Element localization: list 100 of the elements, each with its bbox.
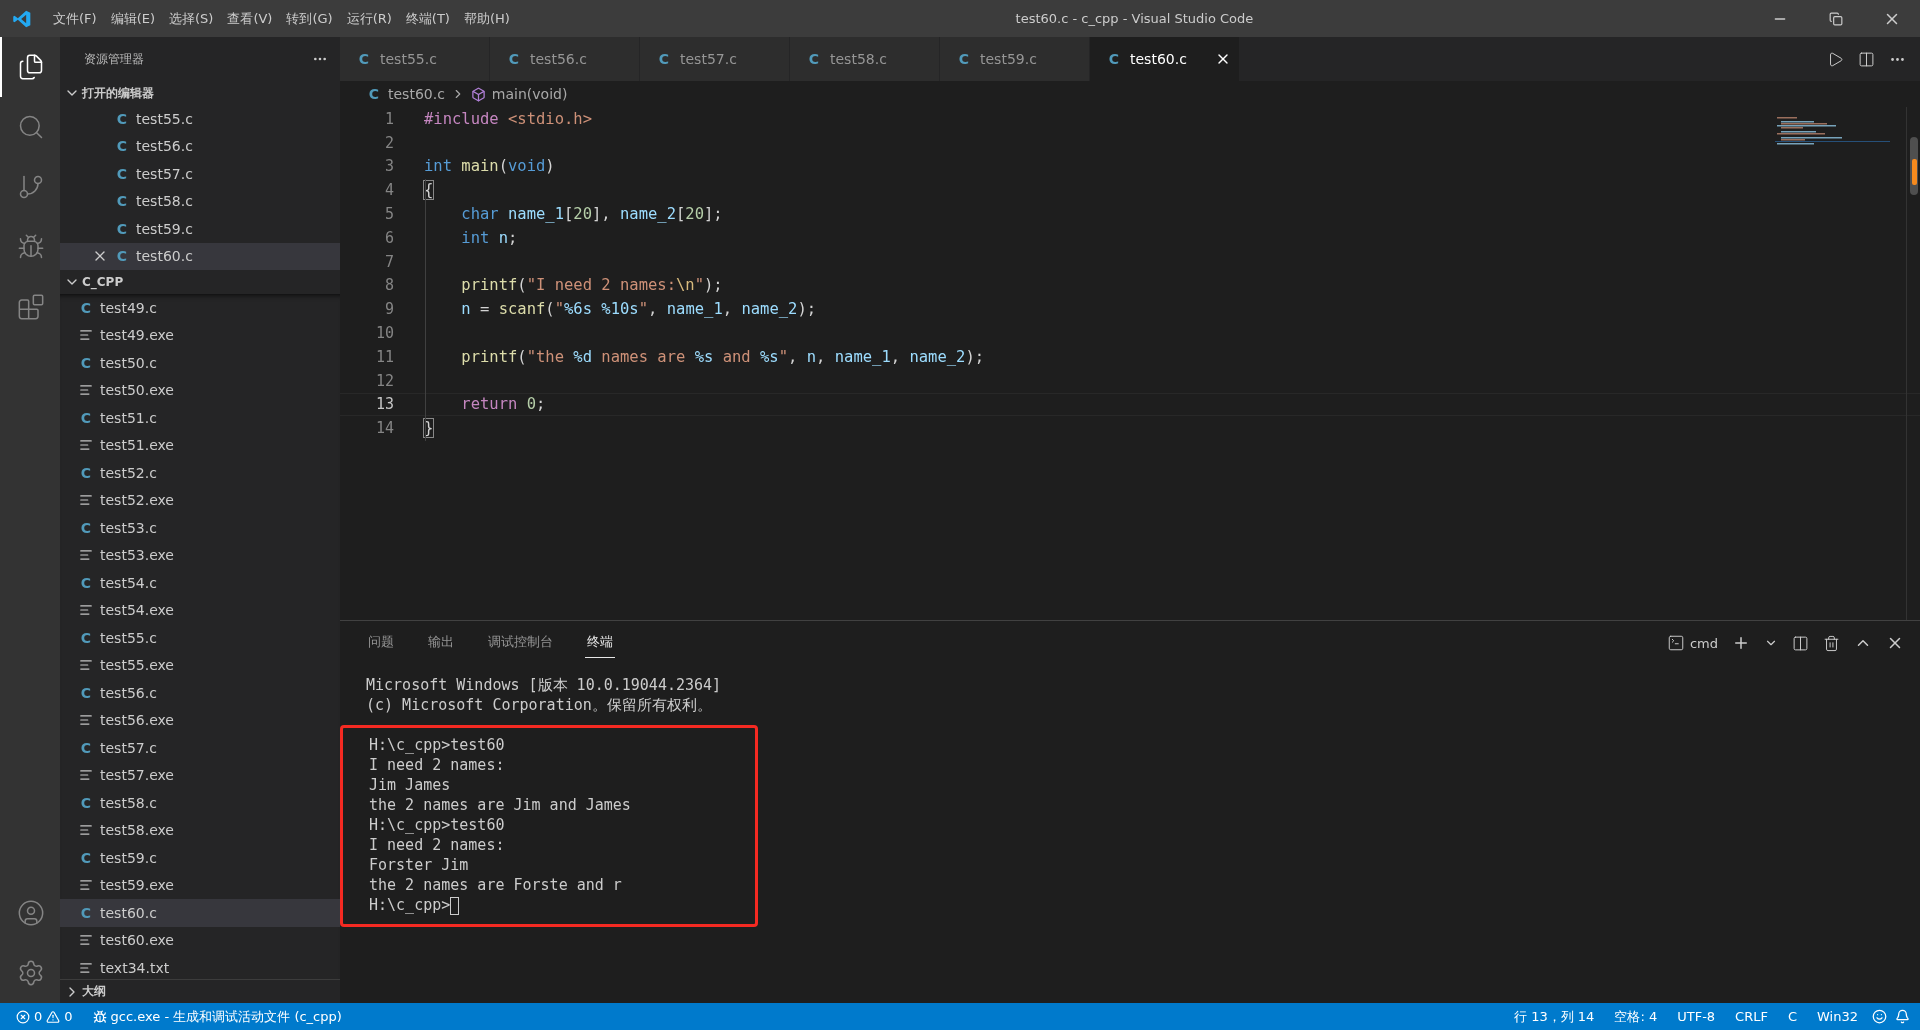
status-item[interactable]: C — [1781, 1009, 1804, 1024]
file-item[interactable]: C test50.c — [60, 349, 340, 377]
line-number: 12 — [374, 371, 394, 390]
menu-item[interactable]: 运行(R) — [339, 9, 399, 28]
file-item[interactable]: C test49.c — [60, 294, 340, 322]
run-icon[interactable] — [1827, 50, 1844, 68]
file-item[interactable]: test49.exe — [60, 321, 340, 349]
file-item[interactable]: C test55.c — [60, 624, 340, 652]
status-item[interactable]: Win32 — [1811, 1009, 1864, 1024]
editor-tab[interactable]: C test57.c — [640, 37, 790, 81]
c-file-icon: C — [78, 793, 94, 812]
menu-item[interactable]: 查看(V) — [220, 9, 280, 28]
section-title[interactable]: 打开的编辑器 — [82, 84, 154, 102]
editor-tab[interactable]: C test58.c — [790, 37, 940, 81]
file-item[interactable]: C test60.c — [60, 899, 340, 927]
line-number: 7 — [383, 252, 394, 271]
file-item[interactable]: test60.exe — [60, 926, 340, 954]
c-file-icon: C — [78, 463, 94, 482]
breadcrumb-item[interactable]: test60.c — [388, 86, 445, 102]
open-editor-item[interactable]: C test60.c — [60, 242, 340, 270]
file-item[interactable]: test51.exe — [60, 431, 340, 459]
code-line: { — [424, 181, 434, 200]
extensions-icon[interactable] — [17, 293, 45, 321]
status-item[interactable]: UTF-8 — [1671, 1009, 1722, 1024]
menu-item[interactable]: 编辑(E) — [103, 9, 162, 28]
c-file-icon: C — [78, 408, 94, 427]
editor-tab[interactable]: C test56.c — [490, 37, 640, 81]
panel-tab[interactable]: 输出 — [426, 628, 456, 658]
terminal-line: Jim James — [369, 775, 452, 795]
file-item[interactable]: test59.exe — [60, 871, 340, 899]
c-file-icon: C — [114, 164, 130, 183]
problems-indicator[interactable]: 0 0 — [10, 1009, 79, 1024]
open-editor-item[interactable]: C test59.c — [60, 215, 340, 243]
restore-icon[interactable] — [1829, 11, 1843, 26]
status-item[interactable]: 空格: 4 — [1608, 1007, 1664, 1026]
file-item[interactable]: test52.exe — [60, 486, 340, 514]
menu-item[interactable]: 帮助(H) — [456, 9, 517, 28]
open-editor-item[interactable]: C test55.c — [60, 105, 340, 133]
file-item[interactable]: C test54.c — [60, 569, 340, 597]
file-item[interactable]: test53.exe — [60, 541, 340, 569]
scrollbar[interactable] — [1906, 107, 1920, 620]
status-item[interactable]: 行 13，列 14 — [1508, 1007, 1601, 1026]
menu-item[interactable]: 终端(T) — [398, 9, 457, 28]
text-file-icon — [78, 493, 94, 508]
plus-icon[interactable] — [1732, 634, 1750, 652]
breadcrumb-item[interactable]: main(void) — [491, 86, 568, 102]
c-file-icon: C — [956, 50, 972, 68]
menu-item[interactable]: 选择(S) — [162, 9, 221, 28]
split-icon[interactable] — [1858, 50, 1875, 68]
status-item[interactable]: CRLF — [1729, 1009, 1774, 1024]
file-item[interactable]: test58.exe — [60, 816, 340, 844]
file-item[interactable]: test56.exe — [60, 706, 340, 734]
file-item[interactable]: test55.exe — [60, 651, 340, 679]
bug-icon[interactable] — [17, 233, 45, 261]
c-file-icon: C — [78, 903, 94, 922]
file-item[interactable]: C test52.c — [60, 459, 340, 487]
settings-icon[interactable] — [17, 959, 45, 987]
section-title[interactable]: C_CPP — [82, 275, 124, 289]
trash-icon[interactable] — [1823, 634, 1840, 652]
file-item[interactable]: C test57.c — [60, 734, 340, 762]
terminal-cursor — [450, 896, 460, 915]
line-number: 13 — [374, 395, 394, 414]
c-file-icon: C — [78, 738, 94, 757]
c-file-icon: C — [78, 298, 94, 317]
terminal-line: H:\c_cpp>test60 — [369, 735, 506, 755]
line-number: 10 — [374, 324, 394, 343]
files-icon[interactable] — [17, 53, 45, 81]
code-line: return 0; — [460, 395, 546, 414]
open-editor-item[interactable]: C test56.c — [60, 132, 340, 160]
open-editor-item[interactable]: C test58.c — [60, 187, 340, 215]
code-line: printf("the %d names are %s and %s", n, name_1, name_2); — [460, 347, 985, 366]
split-icon[interactable] — [1792, 634, 1809, 652]
text-file-icon — [78, 658, 94, 673]
editor-tab[interactable]: C test59.c — [940, 37, 1090, 81]
file-item[interactable]: C test56.c — [60, 679, 340, 707]
code-line: #include <stdio.h> — [424, 109, 592, 128]
file-item[interactable]: C test51.c — [60, 404, 340, 432]
file-item[interactable]: test57.exe — [60, 761, 340, 789]
section-title[interactable]: 大纲 — [82, 983, 106, 1000]
account-icon[interactable] — [17, 899, 45, 927]
file-item[interactable]: C test53.c — [60, 514, 340, 542]
feedback-icon[interactable] — [1872, 1009, 1887, 1024]
editor-tab[interactable]: C test60.c — [1090, 37, 1240, 81]
open-editor-item[interactable]: C test57.c — [60, 160, 340, 188]
bell-icon[interactable] — [1895, 1009, 1910, 1024]
shell-selector[interactable]: cmd — [1666, 634, 1718, 652]
editor-tab[interactable]: C test55.c — [340, 37, 490, 81]
task-indicator[interactable]: gcc.exe - 生成和调试活动文件 (c_cpp) — [86, 1007, 348, 1026]
search-icon[interactable] — [17, 113, 45, 141]
menu-item[interactable]: 转到(G) — [279, 9, 340, 28]
panel-tab[interactable]: 终端 — [585, 628, 615, 658]
menu-item[interactable]: 文件(F) — [46, 9, 104, 28]
panel-tab[interactable]: 调试控制台 — [486, 628, 555, 658]
panel-tab[interactable]: 问题 — [366, 628, 396, 658]
file-item[interactable]: C test59.c — [60, 844, 340, 872]
file-item[interactable]: C test58.c — [60, 789, 340, 817]
branch-icon[interactable] — [17, 173, 45, 201]
file-item[interactable]: test50.exe — [60, 376, 340, 404]
file-item[interactable]: test54.exe — [60, 596, 340, 624]
file-item[interactable]: text34.txt — [60, 954, 340, 979]
